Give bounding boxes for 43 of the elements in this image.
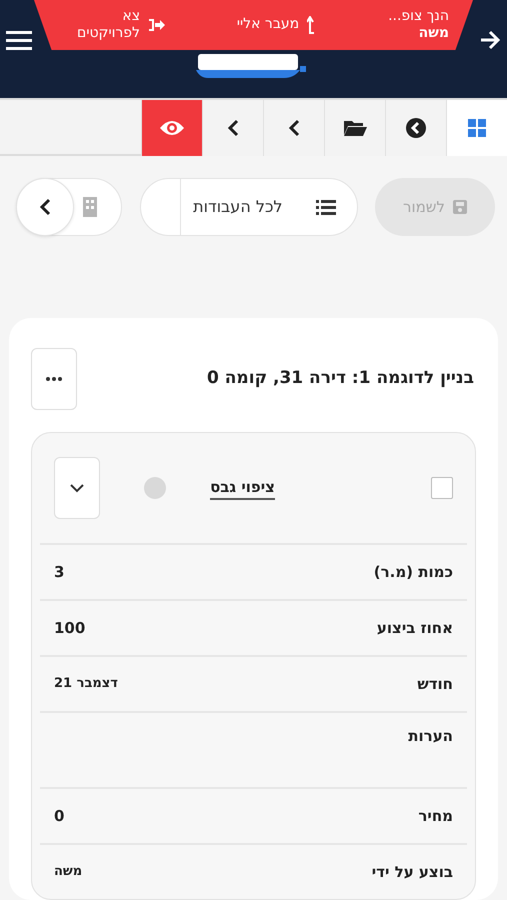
more-icon xyxy=(46,377,62,381)
status-dot xyxy=(144,477,166,499)
field-label: מחיר xyxy=(418,806,453,827)
field-value: משה xyxy=(54,863,82,882)
menu-icon xyxy=(6,28,32,51)
card-title: בניין לדוגמה 1: דירה 31, קומה 0 xyxy=(206,367,474,390)
switch-link[interactable]: מעבר אליי xyxy=(236,16,318,34)
task-link[interactable]: ציפוי גבס xyxy=(210,476,275,500)
all-jobs-button[interactable]: לכל העבודות xyxy=(140,178,358,236)
user-name: משה xyxy=(418,25,449,42)
previous-button[interactable] xyxy=(16,178,74,236)
list-icon xyxy=(316,199,336,215)
exit-icon xyxy=(148,18,166,32)
field-value: 0 xyxy=(54,806,64,827)
chevron-down-icon xyxy=(70,484,84,492)
back-button[interactable] xyxy=(479,28,501,51)
grid-icon xyxy=(468,119,486,137)
building-icon xyxy=(83,197,97,217)
save-icon xyxy=(452,200,467,214)
expand-button[interactable] xyxy=(54,457,100,519)
exit-link[interactable]: צא לפרויקטים xyxy=(58,8,166,42)
field-value: 100 xyxy=(54,618,86,639)
field-value: 3 xyxy=(54,562,64,583)
toolbar-tab[interactable] xyxy=(324,100,385,156)
chevron-circle-icon xyxy=(406,118,426,138)
chevron-left-icon xyxy=(288,119,300,137)
chevron-left-icon xyxy=(227,119,239,137)
field-label: הערות xyxy=(408,726,453,747)
field-value: דצמבר 21 xyxy=(54,675,118,694)
viewing-label: הנך צופ... xyxy=(388,8,449,25)
toolbar-tab[interactable] xyxy=(385,100,446,156)
field-label: כמות (מ.ר) xyxy=(374,562,453,583)
more-button[interactable] xyxy=(31,348,77,410)
arrow-icon xyxy=(479,28,501,51)
folder-icon xyxy=(343,119,367,137)
field-label: אחוז ביצוע xyxy=(376,618,453,639)
field-label: בוצע על ידי xyxy=(372,862,453,883)
chevron-left-icon xyxy=(39,198,51,216)
building-button[interactable] xyxy=(16,178,122,236)
field-label: חודש xyxy=(417,674,453,695)
menu-button[interactable] xyxy=(6,28,32,51)
checkbox[interactable] xyxy=(431,477,453,499)
eye-icon xyxy=(159,119,185,137)
